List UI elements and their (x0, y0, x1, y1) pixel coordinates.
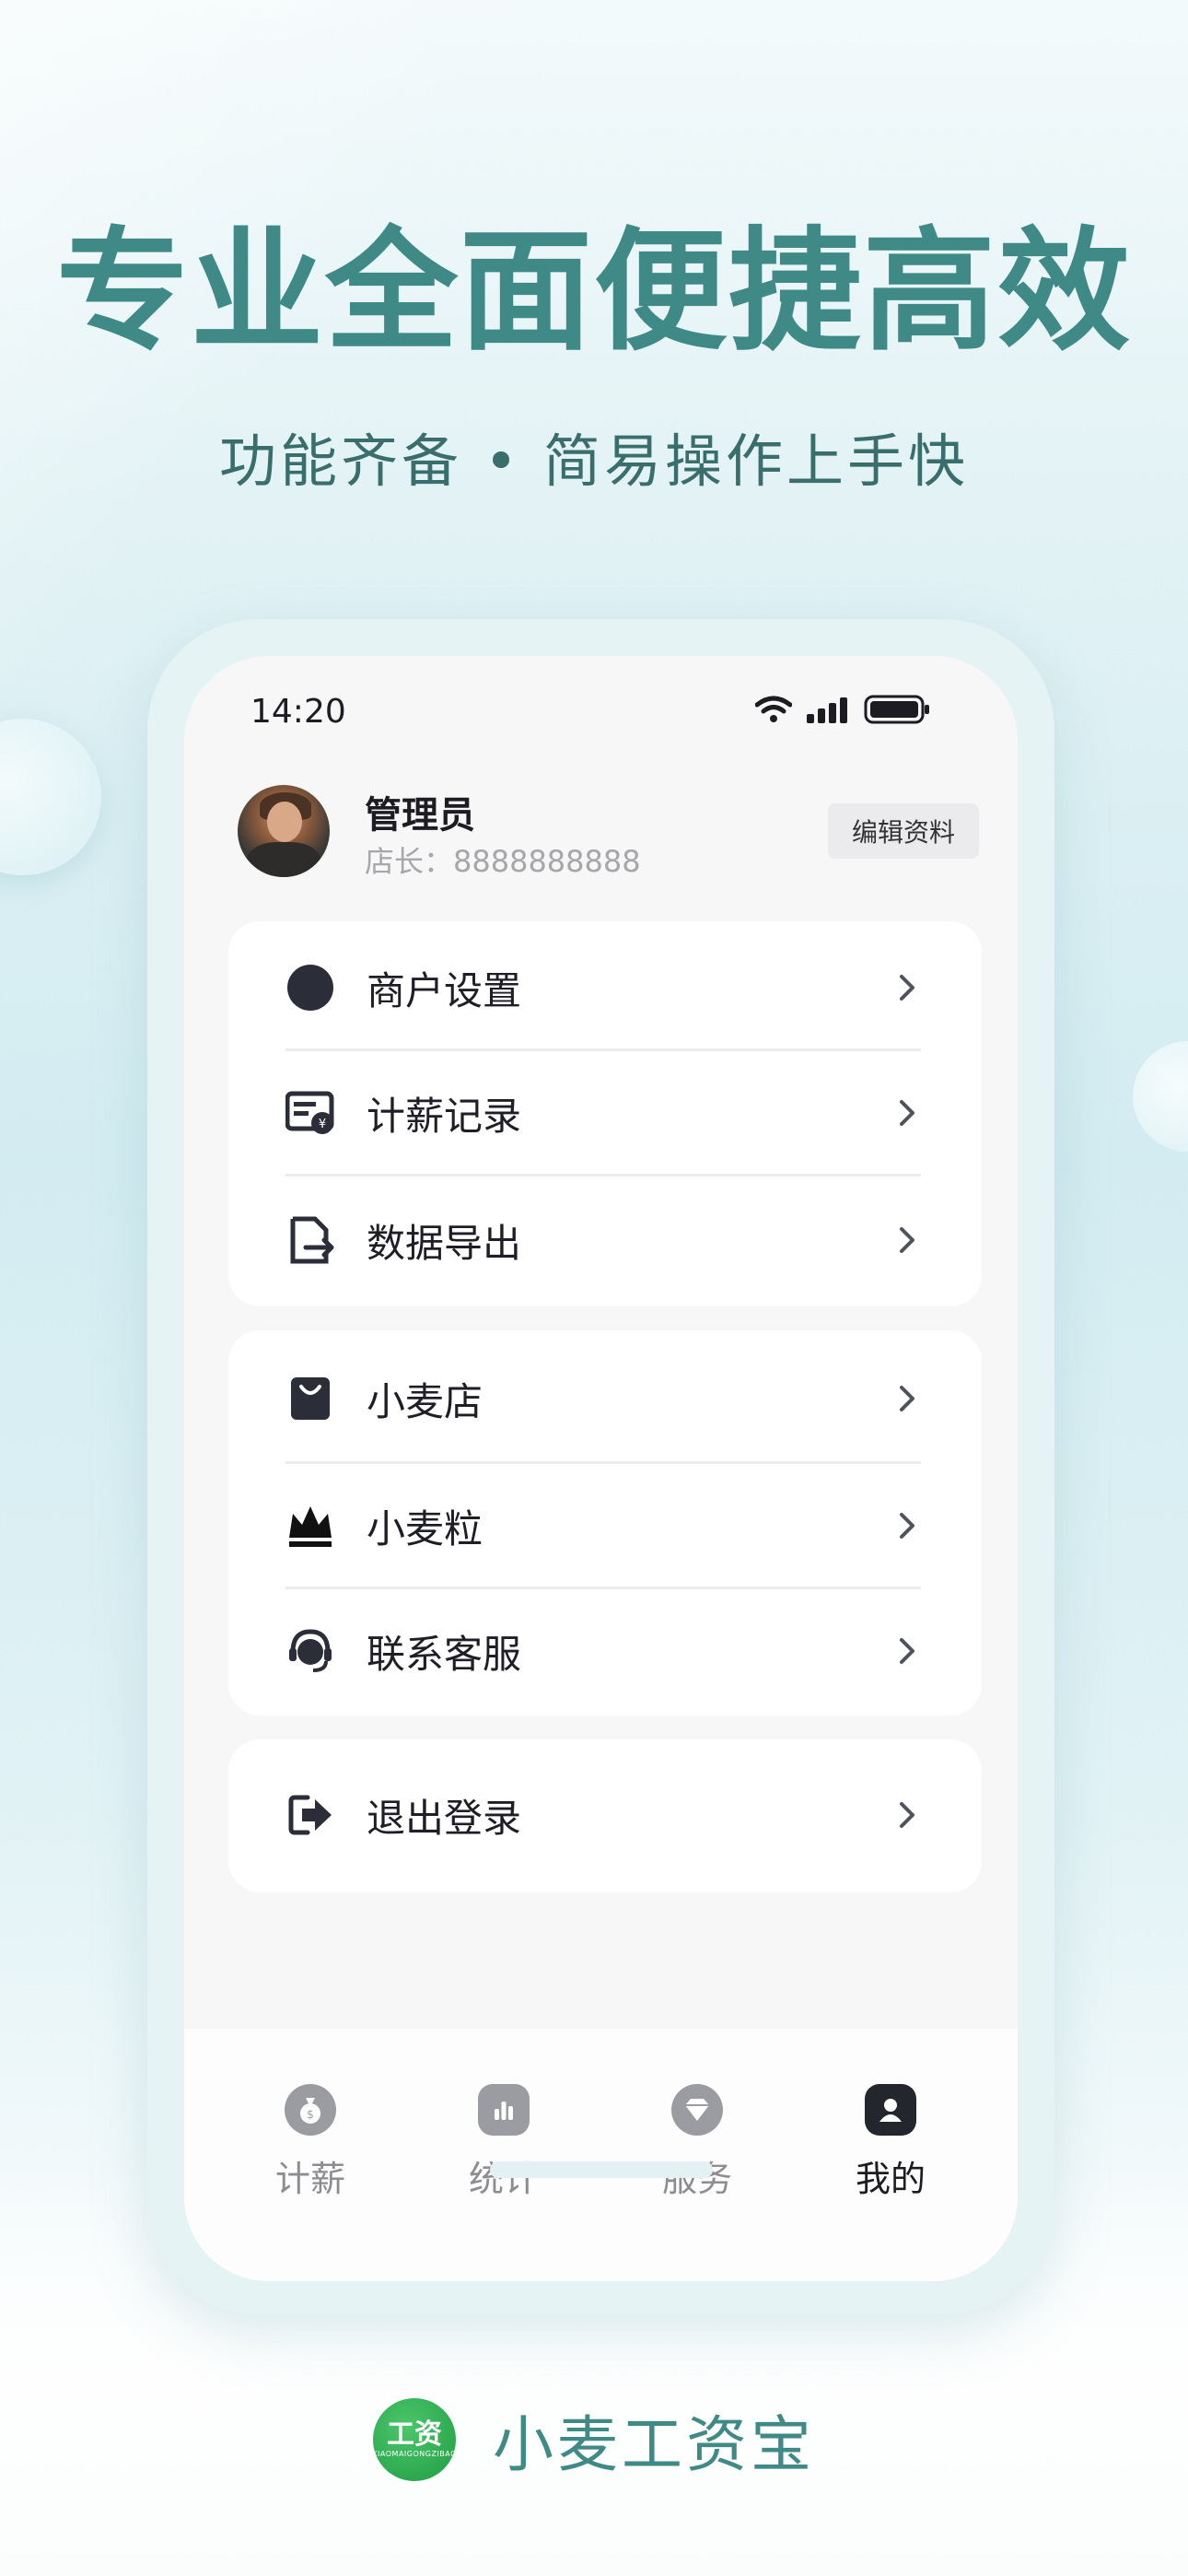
tab-payroll[interactable]: $ 计薪 (255, 2084, 366, 2201)
battery-icon (864, 695, 929, 724)
stats-icon (478, 2084, 530, 2136)
menu-item-merchant-settings[interactable]: 商户设置 (285, 925, 921, 1050)
menu-item-label: 小麦粒 (367, 1505, 483, 1551)
menu-item-xiaomai-points[interactable]: 小麦粒 (285, 1463, 921, 1588)
profile-icon (865, 2084, 916, 2136)
tab-mine[interactable]: 我的 (835, 2084, 946, 2201)
brand-logo: 工资 XIAOMAIGONGZIBAO (372, 2398, 457, 2481)
menu-card-services: 小麦店 小麦粒 联系客服 (228, 1330, 982, 1715)
menu-item-label: 数据导出 (367, 1220, 522, 1266)
profile-phone: 店长：8888888888 (365, 844, 641, 879)
tab-label: 我的 (855, 2159, 926, 2199)
menu-item-label: 计薪记录 (367, 1093, 522, 1139)
edit-profile-button[interactable]: 编辑资料 (828, 803, 979, 859)
avatar[interactable] (238, 785, 330, 877)
svg-text:$: $ (307, 2108, 314, 2121)
divider (285, 1174, 921, 1177)
shopping-bag-icon (285, 1374, 335, 1423)
customer-service-icon (285, 1626, 335, 1676)
brand-logo-text: 工资 (387, 2418, 442, 2451)
wifi-icon (755, 696, 792, 722)
status-icons (755, 695, 930, 724)
menu-item-label: 小麦店 (367, 1378, 483, 1424)
home-indicator (490, 2161, 713, 2178)
crown-icon (285, 1501, 335, 1551)
decorative-bubble-right (1133, 1041, 1188, 1152)
brand-logo-subtext: XIAOMAIGONGZIBAO (372, 2450, 457, 2458)
chevron-right-icon (893, 1095, 921, 1131)
chevron-right-icon (893, 1797, 921, 1833)
menu-item-label: 退出登录 (367, 1795, 522, 1841)
menu-item-label: 联系客服 (367, 1631, 522, 1677)
menu-item-xiaomai-shop[interactable]: 小麦店 (285, 1336, 921, 1461)
payroll-record-icon: ¥ (285, 1088, 335, 1138)
diamond-icon (671, 2084, 723, 2136)
store-icon (285, 963, 335, 1013)
brand-name: 小麦工资宝 (493, 2409, 815, 2480)
menu-item-data-export[interactable]: 数据导出 (285, 1177, 921, 1303)
chevron-right-icon (893, 1507, 921, 1544)
menu-item-label: 商户设置 (367, 967, 522, 1013)
menu-item-logout[interactable]: 退出登录 (285, 1752, 921, 1878)
headline: 专业全面便捷高效 (55, 214, 1132, 369)
decorative-bubble-left (0, 719, 101, 875)
signal-icon (807, 697, 847, 723)
tab-label: 计薪 (274, 2159, 345, 2199)
profile-name: 管理员 (365, 794, 475, 837)
svg-text:¥: ¥ (319, 1118, 326, 1131)
chevron-right-icon (893, 969, 921, 1006)
export-icon (285, 1215, 335, 1265)
subheadline: 功能齐备 • 简易操作上手快 (219, 427, 969, 495)
chevron-right-icon (893, 1633, 921, 1669)
menu-card-account: 商户设置 ¥ 计薪记录 数据导出 (228, 921, 982, 1306)
chevron-right-icon (893, 1380, 921, 1417)
tab-bar: $ 计薪 统计 服务 我的 (184, 2029, 1018, 2281)
phone-screen: 14:20 管理员 店长：8888888888 编辑资料 商户设置 ¥ 计薪记录… (184, 656, 1018, 2281)
menu-card-logout: 退出登录 (228, 1739, 982, 1892)
menu-item-customer-service[interactable]: 联系客服 (285, 1588, 921, 1714)
brand-footer: 工资 XIAOMAIGONGZIBAO 小麦工资宝 (0, 2395, 1188, 2484)
status-time: 14:20 (250, 693, 346, 731)
logout-icon (285, 1790, 335, 1840)
chevron-right-icon (893, 1222, 921, 1259)
tab-stats[interactable]: 统计 (448, 2084, 559, 2201)
menu-item-payroll-records[interactable]: ¥ 计薪记录 (285, 1050, 921, 1176)
money-bag-icon: $ (285, 2084, 336, 2136)
tab-service[interactable]: 服务 (642, 2084, 752, 2201)
